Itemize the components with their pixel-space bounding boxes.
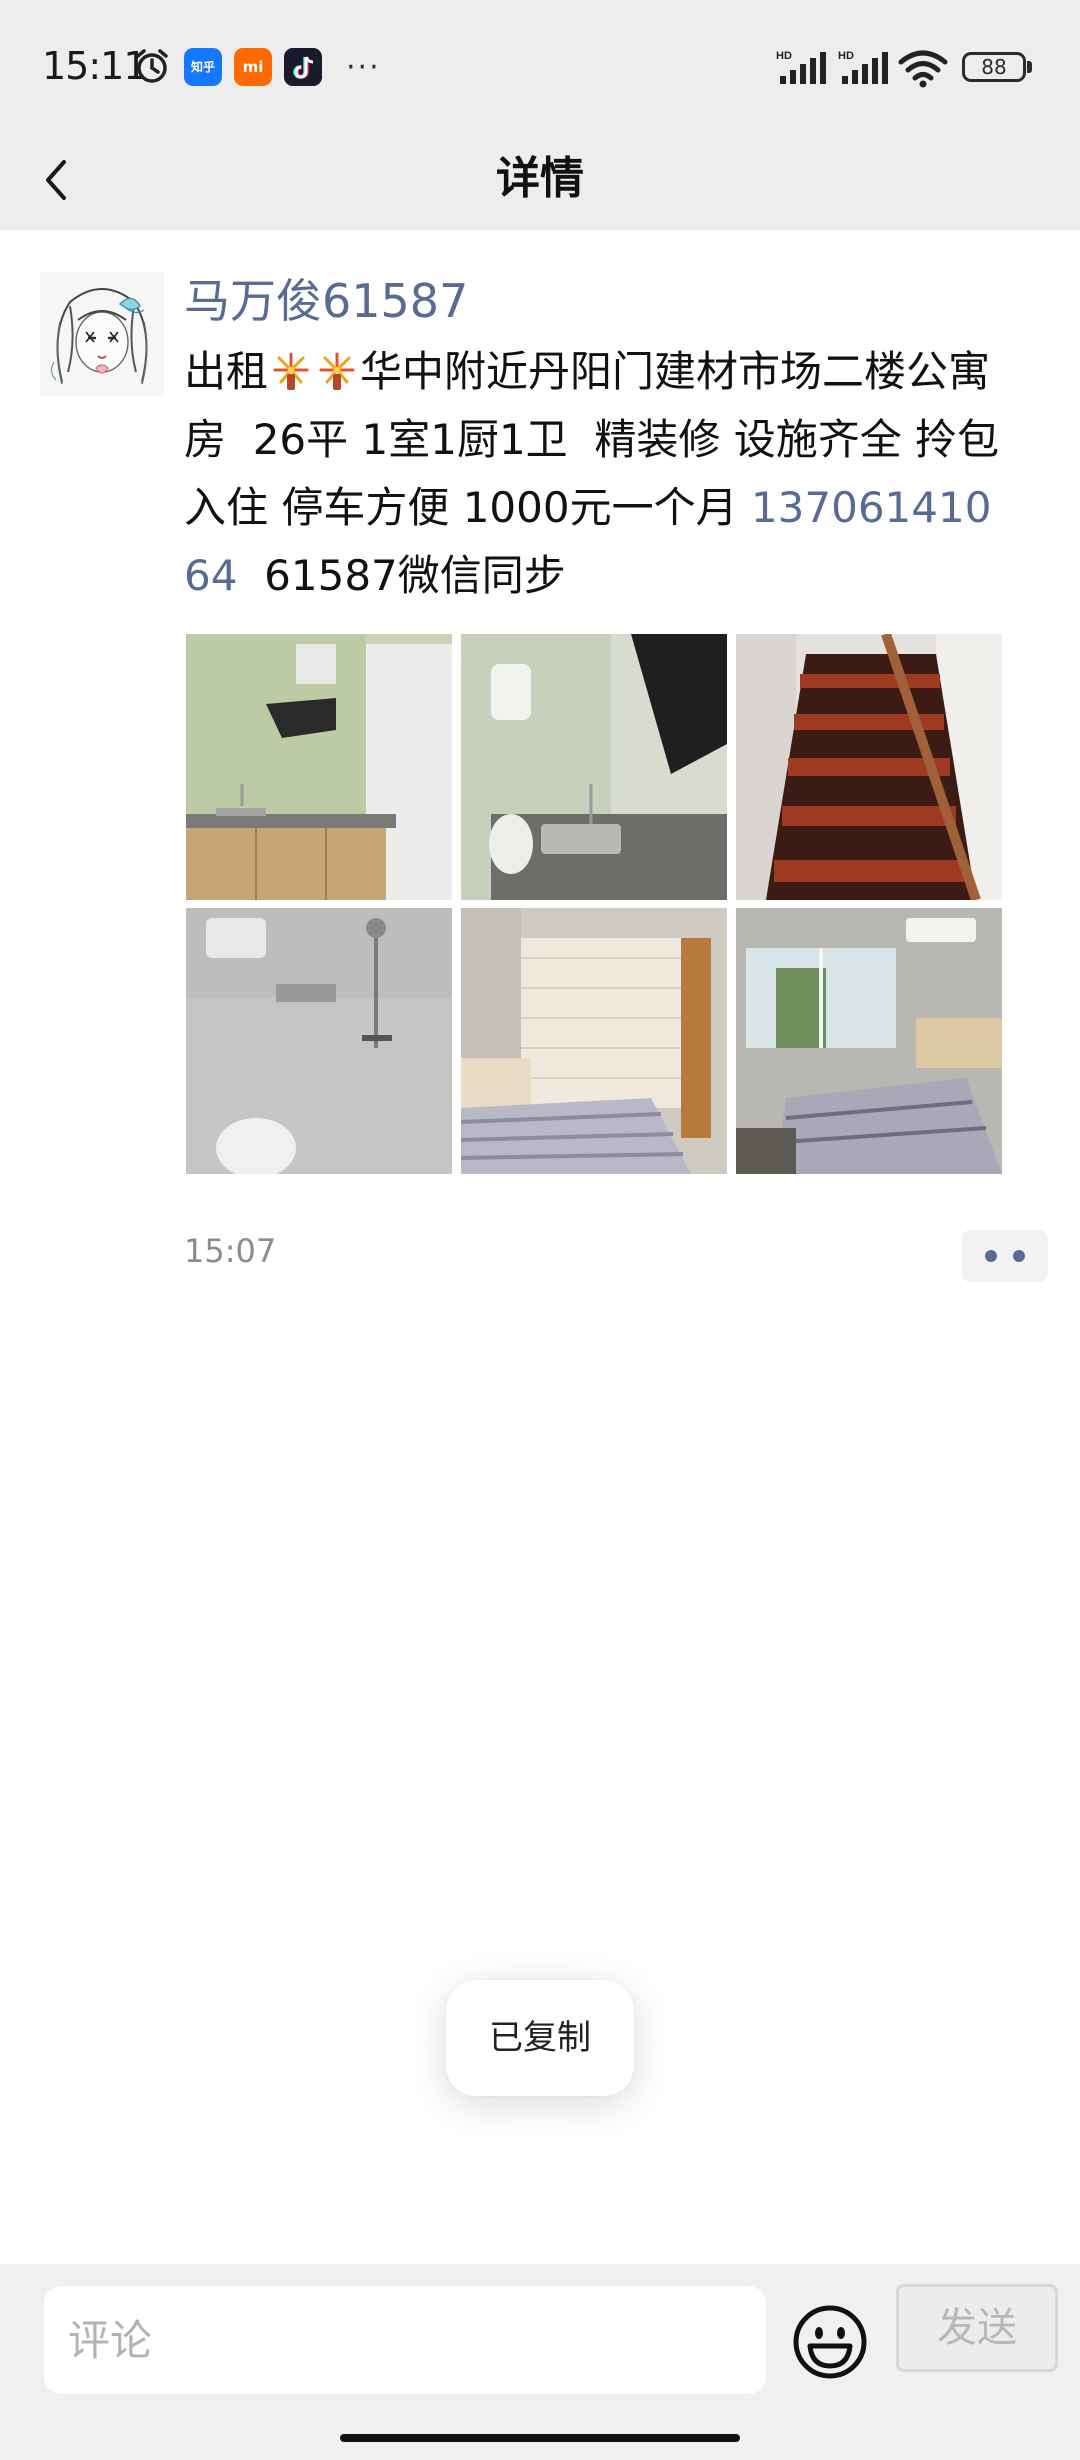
- dot-icon: [985, 1250, 997, 1262]
- svg-text:HD: HD: [776, 50, 792, 62]
- battery-indicator: 88: [962, 52, 1026, 82]
- bedroom-window-photo: [736, 908, 1002, 1174]
- post-actions-button[interactable]: [962, 1230, 1048, 1282]
- dot-icon: [1013, 1250, 1025, 1262]
- bathroom-photo: [186, 908, 452, 1174]
- kitchen-photo: [186, 634, 452, 900]
- firework-emoji-icon: [273, 352, 309, 390]
- photo-thumbnail[interactable]: [186, 908, 452, 1174]
- comment-bar: 发送: [0, 2264, 1080, 2460]
- alarm-icon: [136, 49, 168, 83]
- photo-grid: [186, 634, 1004, 1174]
- photo-thumbnail[interactable]: [736, 634, 1002, 900]
- emoji-button[interactable]: [792, 2304, 868, 2380]
- wifi-icon: [898, 50, 948, 88]
- avatar[interactable]: [40, 272, 164, 396]
- staircase-photo: [736, 634, 1002, 900]
- svg-text:HD: HD: [838, 50, 854, 62]
- post-text: 出租 华中附近丹阳门建材市场二楼公寓房 26平 1室1厨1卫 精装修 设施齐全 拎…: [184, 338, 1004, 610]
- status-bar: 15:11 知乎 mi ··· HD HD 88: [0, 0, 1080, 132]
- smiley-icon: [793, 2305, 867, 2379]
- bedroom-wardrobe-photo: [461, 908, 727, 1174]
- status-time: 15:11: [42, 44, 148, 88]
- copied-toast: 已复制: [446, 1980, 634, 2096]
- kitchen-sink-photo: [461, 634, 727, 900]
- tiktok-icon: [284, 48, 322, 86]
- battery-tip: [1027, 61, 1032, 73]
- title-bar: 详情: [0, 132, 1080, 230]
- post-text-part: 出租: [184, 347, 269, 396]
- post-text-part: 61587微信同步: [237, 551, 566, 600]
- author-name[interactable]: 马万俊61587: [184, 272, 468, 330]
- home-indicator[interactable]: [340, 2434, 740, 2442]
- zhihu-icon: 知乎: [184, 48, 222, 86]
- anime-girl-avatar-image: [40, 272, 164, 396]
- post-timestamp: 15:07: [184, 1232, 277, 1270]
- more-notifications-icon: ···: [346, 50, 381, 85]
- photo-thumbnail[interactable]: [461, 634, 727, 900]
- send-button[interactable]: 发送: [896, 2284, 1058, 2372]
- firework-emoji-icon: [319, 352, 355, 390]
- chevron-left-icon: [46, 160, 66, 200]
- photo-thumbnail[interactable]: [461, 908, 727, 1174]
- photo-thumbnail[interactable]: [736, 908, 1002, 1174]
- photo-thumbnail[interactable]: [186, 634, 452, 900]
- signal-strength-icon: HD: [838, 50, 888, 84]
- back-button[interactable]: [22, 144, 94, 216]
- page-title: 详情: [496, 153, 584, 204]
- signal-strength-icon: HD: [776, 50, 826, 84]
- mi-icon: mi: [234, 48, 272, 86]
- comment-input[interactable]: [44, 2286, 766, 2394]
